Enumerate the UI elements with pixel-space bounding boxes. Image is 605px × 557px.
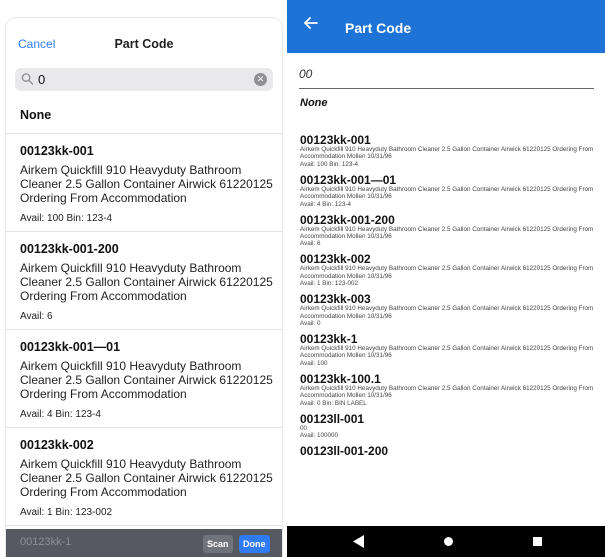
part-code-list: 00123kk-001 Airkem Quickfill 910 Heavydu…	[300, 134, 596, 462]
part-code-input-value: 00	[299, 67, 313, 81]
part-availability: Avail: 1 Bin: 123-002	[20, 507, 113, 518]
nav-back-icon[interactable]	[353, 535, 364, 548]
part-availability: Avail: 100	[300, 359, 328, 367]
system-nav-bar	[287, 526, 605, 557]
part-code: 00123ll-001	[300, 411, 365, 426]
ios-part-code-screen: Cancel Part Code 0 ✕ None 00123kk-001 Ai…	[6, 18, 282, 557]
ios-nav-bar: Cancel Part Code	[6, 18, 282, 68]
scan-button[interactable]: Scan	[203, 535, 233, 553]
part-code: 00123kk-001—01	[300, 172, 397, 187]
part-code: 00123ll-001-200	[300, 444, 389, 459]
list-item-none[interactable]: None	[6, 98, 282, 134]
list-item[interactable]: 00123kk-001—01 Airkem Quickfill 910 Heav…	[300, 174, 596, 209]
part-description: Airkem Quickfill 910 Heavyduty Bathroom …	[20, 261, 273, 303]
android-part-code-screen: Part Code 00 None 00123kk-001 Airkem Qui…	[287, 0, 605, 557]
list-item-none[interactable]: None	[300, 97, 328, 109]
app-bar: Part Code	[287, 0, 605, 53]
part-code: 00123kk-001	[20, 144, 94, 158]
back-arrow-icon[interactable]	[302, 14, 320, 32]
page-title: Part Code	[345, 20, 412, 36]
part-availability: Avail: 100 Bin: 123-4	[20, 213, 113, 224]
part-availability: Avail: 6	[20, 311, 53, 322]
list-item[interactable]: 00123kk-002 Airkem Quickfill 910 Heavydu…	[300, 253, 596, 288]
part-availability: Avail: 0	[300, 320, 321, 328]
part-code: 00123kk-002	[20, 438, 94, 452]
list-item[interactable]: 00123kk-001 Airkem Quickfill 910 Heavydu…	[300, 134, 596, 169]
list-item[interactable]: 00123ll-001 00 Avail: 100000	[300, 413, 596, 440]
list-item[interactable]: 00123ll-001-200	[300, 445, 596, 457]
search-field[interactable]: 0 ✕	[15, 68, 273, 91]
part-description: Airkem Quickfill 910 Heavyduty Bathroom …	[300, 225, 594, 241]
part-code: 00123kk-001-200	[300, 212, 395, 227]
list-item[interactable]: 00123kk-001-200 Airkem Quickfill 910 Hea…	[300, 214, 596, 249]
part-description: Airkem Quickfill 910 Heavyduty Bathroom …	[300, 265, 594, 280]
clear-icon[interactable]: ✕	[254, 73, 267, 86]
part-code: 00123kk-100.1	[300, 371, 381, 386]
keyboard-suggestion: 00123kk-1	[20, 536, 72, 548]
list-item[interactable]: 00123kk-001 Airkem Quickfill 910 Heavydu…	[6, 134, 282, 232]
part-code: 00123kk-001-200	[20, 242, 119, 256]
part-code: 00123kk-001	[300, 133, 371, 147]
part-availability: Avail: 0 Bin: BIN LABEL	[300, 399, 367, 407]
part-code: 00123kk-003	[300, 292, 371, 307]
part-description: 00	[300, 424, 308, 432]
nav-recents-icon[interactable]	[533, 537, 542, 546]
list-item[interactable]: 00123kk-1 Airkem Quickfill 910 Heavyduty…	[300, 333, 596, 368]
part-description: Airkem Quickfill 910 Heavyduty Bathroom …	[20, 457, 273, 499]
part-availability: Avail: 4 Bin: 123-4	[20, 409, 101, 420]
part-code: 00123kk-001—01	[20, 340, 121, 354]
part-code: 00123kk-002	[300, 252, 371, 267]
search-input[interactable]: 0	[38, 72, 45, 87]
list-item[interactable]: 00123kk-002 Airkem Quickfill 910 Heavydu…	[6, 428, 282, 526]
part-description: Airkem Quickfill 910 Heavyduty Bathroom …	[300, 185, 594, 201]
list-item[interactable]: 00123kk-003 Airkem Quickfill 910 Heavydu…	[300, 293, 596, 328]
part-availability: Avail: 100 Bin: 123-4	[300, 160, 358, 168]
part-availability: Avail: 1 Bin: 123-002	[300, 280, 358, 288]
list-item[interactable]: 00123kk-100.1 Airkem Quickfill 910 Heavy…	[300, 373, 596, 408]
done-button[interactable]: Done	[239, 535, 270, 553]
part-description: Airkem Quickfill 910 Heavyduty Bathroom …	[20, 359, 273, 401]
part-code: 00123kk-1	[300, 332, 358, 347]
part-description: Airkem Quickfill 910 Heavyduty Bathroom …	[300, 345, 594, 360]
part-availability: Avail: 6	[300, 240, 321, 248]
part-description: Airkem Quickfill 910 Heavyduty Bathroom …	[300, 384, 594, 400]
keyboard-toolbar: 00123kk-1 Scan Done	[6, 529, 282, 557]
list-item[interactable]: 00123kk-001-200 Airkem Quickfill 910 Hea…	[6, 232, 282, 330]
part-availability: Avail: 4 Bin: 123-4	[300, 200, 351, 208]
page-title: Part Code	[114, 37, 174, 51]
part-description: Airkem Quickfill 910 Heavyduty Bathroom …	[300, 146, 594, 161]
part-code-list: None 00123kk-001 Airkem Quickfill 910 He…	[6, 98, 282, 526]
part-description: Airkem Quickfill 910 Heavyduty Bathroom …	[300, 305, 594, 320]
part-description: Airkem Quickfill 910 Heavyduty Bathroom …	[20, 163, 273, 205]
part-availability: Avail: 100000	[300, 432, 339, 440]
part-code-input[interactable]: 00	[299, 66, 594, 89]
nav-home-icon[interactable]	[444, 537, 453, 546]
list-item[interactable]: 00123kk-001—01 Airkem Quickfill 910 Heav…	[6, 330, 282, 428]
search-icon	[21, 73, 34, 85]
